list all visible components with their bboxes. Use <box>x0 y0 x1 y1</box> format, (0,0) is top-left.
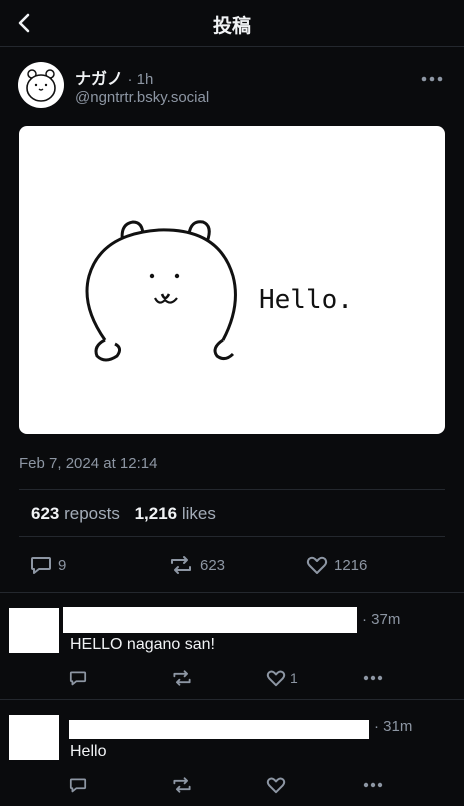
post-stats: 623 reposts 1,216 likes <box>19 489 445 537</box>
page-title: 投稿 <box>212 16 251 37</box>
heart-icon <box>266 670 286 687</box>
more-options-icon <box>363 675 383 681</box>
reply-text: Hello <box>70 743 107 760</box>
repost-button[interactable]: 623 <box>168 554 225 576</box>
likes-label[interactable]: likes <box>182 504 216 523</box>
heart-icon <box>306 556 328 574</box>
author-avatar[interactable] <box>18 62 64 108</box>
like-button[interactable] <box>266 774 290 796</box>
repost-icon <box>171 556 191 574</box>
reply-item[interactable]: · 37m HELLO nagano san! 1 <box>0 593 464 700</box>
reply-time: · 37m <box>362 611 401 628</box>
bear-avatar-icon <box>26 69 56 102</box>
author-name[interactable]: ナガノ <box>75 71 123 88</box>
repost-count: 623 <box>200 556 226 574</box>
post-actions: 9 623 1216 <box>0 550 464 580</box>
post-date: Feb 7, 2024 at 12:14 <box>19 455 158 472</box>
more-options-button[interactable] <box>362 774 388 796</box>
redacted-author-name <box>63 607 357 633</box>
more-options-icon[interactable] <box>420 74 444 84</box>
reply-avatar[interactable] <box>9 608 59 653</box>
reply-actions <box>0 774 464 796</box>
redacted-author-name <box>69 720 369 739</box>
stats-row: 623 reposts 1,216 likes <box>31 504 226 524</box>
reply-icon <box>31 557 51 574</box>
post-image[interactable]: Hello. <box>19 126 445 434</box>
reply-button[interactable]: 9 <box>30 554 66 576</box>
reply-time: · 31m <box>374 718 413 735</box>
repost-button[interactable] <box>171 774 197 796</box>
post-header: ナガノ · 1h @ngntrtr.bsky.social <box>0 46 464 118</box>
reply-icon <box>69 778 87 793</box>
reply-item[interactable]: · 31m Hello <box>0 700 464 806</box>
post-time: · 1h <box>127 71 154 88</box>
author-handle[interactable]: @ngntrtr.bsky.social <box>75 89 209 106</box>
repost-icon <box>173 670 191 686</box>
reply-count: 9 <box>58 556 67 574</box>
bear-hello-illustration: Hello. <box>85 220 353 362</box>
more-options-icon <box>363 782 383 788</box>
like-count: 1216 <box>334 556 368 574</box>
reply-actions: 1 <box>0 667 464 689</box>
reply-button[interactable] <box>69 774 91 796</box>
reply-avatar[interactable] <box>9 715 59 760</box>
more-options-button[interactable] <box>362 667 388 689</box>
reply-button[interactable] <box>69 667 91 689</box>
like-count: 1 <box>290 670 298 686</box>
like-button[interactable]: 1216 <box>306 554 367 576</box>
reposts-label[interactable]: reposts <box>64 504 120 523</box>
repost-button[interactable] <box>171 667 197 689</box>
heart-icon <box>266 777 286 794</box>
author-line: ナガノ · 1h <box>75 65 153 89</box>
like-button[interactable]: 1 <box>266 667 298 689</box>
top-bar: 投稿 <box>0 0 464 47</box>
illustration-text: Hello. <box>259 285 353 315</box>
likes-count[interactable]: 1,216 <box>135 504 178 523</box>
reply-text: HELLO nagano san! <box>70 636 215 653</box>
reposts-count[interactable]: 623 <box>31 504 59 523</box>
reply-icon <box>69 671 87 686</box>
repost-icon <box>173 777 191 793</box>
